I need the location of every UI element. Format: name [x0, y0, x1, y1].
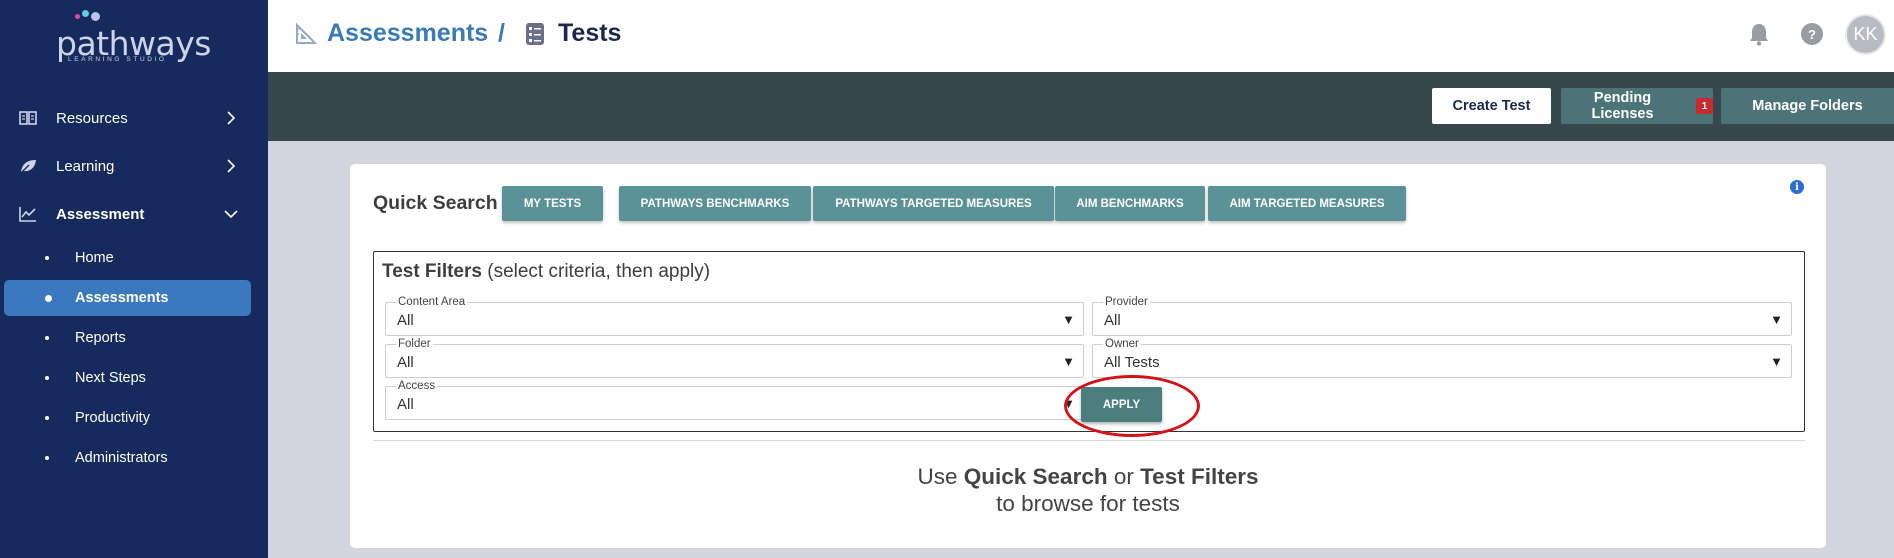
content-area-select[interactable]: Content Area All ▼ [385, 296, 1084, 336]
provider-select[interactable]: Provider All ▼ [1092, 296, 1792, 336]
test-filters-title-hint: (select criteria, then apply) [481, 261, 711, 282]
dropdown-arrow-icon: ▼ [1770, 354, 1783, 369]
sidebar-item-assessment[interactable]: Assessment [0, 196, 268, 232]
chevron-right-icon [224, 159, 238, 173]
help-icon[interactable]: ? [1801, 23, 1823, 45]
bullet [45, 376, 49, 380]
sidebar-subitem-label: Next Steps [75, 370, 146, 386]
test-filters-title: Test Filters (select criteria, then appl… [382, 261, 710, 283]
sidebar-item-learning[interactable]: Learning [0, 148, 268, 184]
hint-quick-search: Quick Search [963, 464, 1108, 489]
bullet [45, 294, 52, 302]
field-label: Folder [396, 338, 433, 350]
checklist-icon [525, 22, 545, 46]
dropdown-arrow-icon: ▼ [1062, 312, 1075, 327]
dropdown-arrow-icon: ▼ [1770, 312, 1783, 327]
leaf-icon [18, 156, 38, 176]
browse-hint-line-2: to browse for tests [996, 491, 1180, 516]
sidebar-subitem-assessments[interactable]: Assessments [4, 280, 251, 316]
browse-hint-line-1: Use Quick Search or Test Filters [350, 464, 1826, 490]
access-select[interactable]: Access All ▼ [385, 380, 1084, 420]
sidebar-subitem-label: Reports [75, 330, 126, 346]
chevron-right-icon [224, 111, 238, 125]
field-label: Access [396, 380, 438, 392]
quick-search-aim-benchmarks[interactable]: AIM BENCHMARKS [1055, 186, 1205, 221]
sidebar: pathways LEARNING STUDIO Resources Learn… [0, 0, 268, 558]
logo-dot [82, 10, 89, 17]
logo-dot [91, 12, 100, 21]
field-value: All [397, 354, 414, 371]
bullet [45, 336, 49, 340]
bullet [45, 416, 49, 420]
top-header: Assessments / Tests ? KK [268, 0, 1894, 72]
pending-licenses-button[interactable]: Pending Licenses 1 [1561, 88, 1713, 124]
sidebar-item-label: Assessment [56, 205, 145, 223]
dropdown-arrow-icon: ▼ [1062, 396, 1075, 411]
pending-count-badge: 1 [1696, 98, 1713, 114]
chart-icon [18, 204, 38, 224]
info-icon[interactable]: i [1790, 180, 1804, 194]
field-label: Content Area [396, 296, 468, 308]
action-toolbar: Create Test Pending Licenses 1 Manage Fo… [268, 72, 1894, 141]
owner-select[interactable]: Owner All Tests ▼ [1092, 338, 1792, 378]
sidebar-subitem-label: Administrators [75, 450, 168, 466]
book-icon [18, 108, 38, 128]
apply-button[interactable]: APPLY [1081, 387, 1162, 422]
quick-search-aim-targeted-measures[interactable]: AIM TARGETED MEASURES [1208, 186, 1406, 221]
bullet [45, 456, 49, 460]
sidebar-subitem-label: Assessments [75, 290, 169, 306]
hint-text: or [1107, 464, 1141, 489]
hint-text: Use [917, 464, 964, 489]
sidebar-item-resources[interactable]: Resources [0, 100, 268, 136]
test-filters-title-bold: Test Filters [382, 261, 482, 282]
quick-search-pathways-targeted-measures[interactable]: PATHWAYS TARGETED MEASURES [813, 186, 1054, 221]
field-value: All [1104, 312, 1121, 329]
field-label: Owner [1103, 338, 1141, 350]
quick-search-my-tests[interactable]: MY TESTS [502, 186, 603, 221]
test-search-card: i Quick Search MY TESTS PATHWAYS BENCHMA… [350, 164, 1826, 548]
sidebar-subitem-next-steps[interactable]: Next Steps [0, 361, 268, 395]
hint-test-filters: Test Filters [1140, 464, 1259, 489]
field-label: Provider [1103, 296, 1150, 308]
test-filters-panel: Test Filters (select criteria, then appl… [373, 251, 1805, 432]
quick-search-pathways-benchmarks[interactable]: PATHWAYS BENCHMARKS [619, 186, 811, 221]
chevron-down-icon [224, 207, 238, 221]
ruler-triangle-icon [295, 22, 318, 45]
sidebar-subitem-label: Productivity [75, 410, 150, 426]
logo-subtitle: LEARNING STUDIO [68, 56, 167, 63]
page-title: Tests [558, 19, 622, 47]
quick-search-label: Quick Search [373, 192, 498, 214]
pending-licenses-label: Pending Licenses [1591, 90, 1654, 122]
create-test-button[interactable]: Create Test [1432, 88, 1551, 124]
sidebar-subitem-administrators[interactable]: Administrators [0, 441, 268, 475]
sidebar-item-label: Resources [56, 109, 128, 127]
folder-select[interactable]: Folder All ▼ [385, 338, 1084, 378]
sidebar-subitem-productivity[interactable]: Productivity [0, 401, 268, 435]
sidebar-subitem-home[interactable]: Home [0, 241, 268, 275]
breadcrumb-separator: / [498, 19, 505, 47]
divider [373, 440, 1805, 441]
pathways-logo[interactable]: pathways LEARNING STUDIO [56, 8, 211, 63]
bullet [45, 256, 49, 260]
dropdown-arrow-icon: ▼ [1062, 354, 1075, 369]
avatar[interactable]: KK [1845, 14, 1886, 55]
manage-folders-button[interactable]: Manage Folders [1721, 88, 1894, 124]
sidebar-subitem-label: Home [75, 250, 114, 266]
field-value: All [397, 396, 414, 413]
bell-icon[interactable] [1748, 22, 1770, 46]
field-value: All Tests [1104, 354, 1160, 371]
sidebar-subitem-reports[interactable]: Reports [0, 321, 268, 355]
breadcrumb-assessments[interactable]: Assessments [327, 19, 488, 48]
sidebar-item-label: Learning [56, 157, 115, 175]
field-value: All [397, 312, 414, 329]
logo-dot [75, 14, 80, 19]
